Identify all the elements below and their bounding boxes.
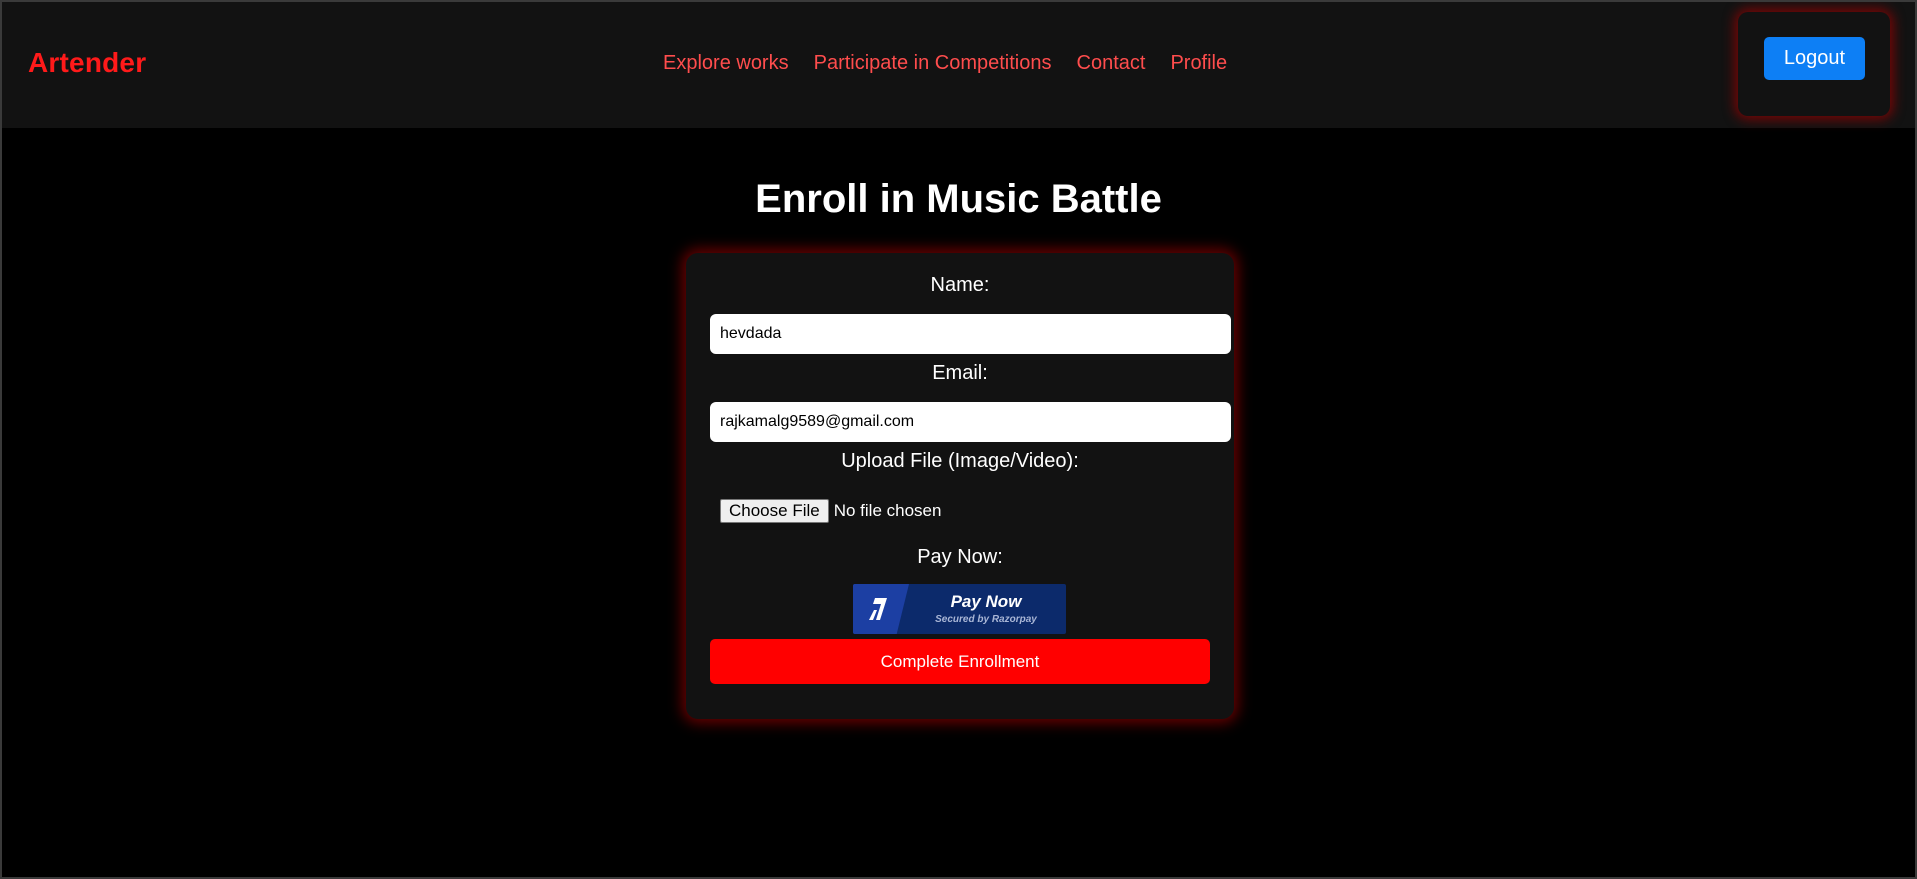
pay-button-sublabel: Secured by Razorpay: [935, 614, 1037, 625]
file-upload-control: Choose File No file chosen: [720, 499, 941, 523]
nav-link-profile[interactable]: Profile: [1170, 52, 1227, 75]
upload-file-label: Upload File (Image/Video):: [841, 450, 1079, 472]
navbar: Artender Explore works Participate in Co…: [2, 2, 1915, 128]
pay-button-label: Pay Now: [950, 592, 1022, 611]
pay-now-label: Pay Now:: [917, 546, 1003, 568]
file-status-text: No file chosen: [833, 501, 942, 520]
choose-file-button[interactable]: Choose File: [720, 499, 829, 523]
razorpay-logo-icon: [869, 598, 887, 620]
nav-link-participate-in-competitions[interactable]: Participate in Competitions: [814, 52, 1052, 75]
email-label: Email:: [932, 362, 988, 384]
page-title: Enroll in Music Battle: [755, 177, 1162, 221]
nav-links: Explore works Participate in Competition…: [663, 52, 1227, 75]
browser-viewport: Artender Explore works Participate in Co…: [0, 0, 1917, 879]
razorpay-pay-now-button[interactable]: Pay Now Secured by Razorpay: [853, 584, 1066, 634]
logout-container: Logout: [1738, 12, 1890, 116]
logout-button[interactable]: Logout: [1764, 37, 1865, 80]
nav-link-explore-works[interactable]: Explore works: [663, 52, 789, 75]
nav-link-contact[interactable]: Contact: [1077, 52, 1146, 75]
name-label: Name:: [930, 274, 990, 296]
email-input[interactable]: [710, 402, 1231, 442]
enrollment-form: Name: Email: Upload File (Image/Video): …: [686, 253, 1234, 719]
name-input[interactable]: [710, 314, 1231, 354]
complete-enrollment-button[interactable]: Complete Enrollment: [710, 639, 1210, 684]
brand-logo[interactable]: Artender: [28, 47, 146, 79]
